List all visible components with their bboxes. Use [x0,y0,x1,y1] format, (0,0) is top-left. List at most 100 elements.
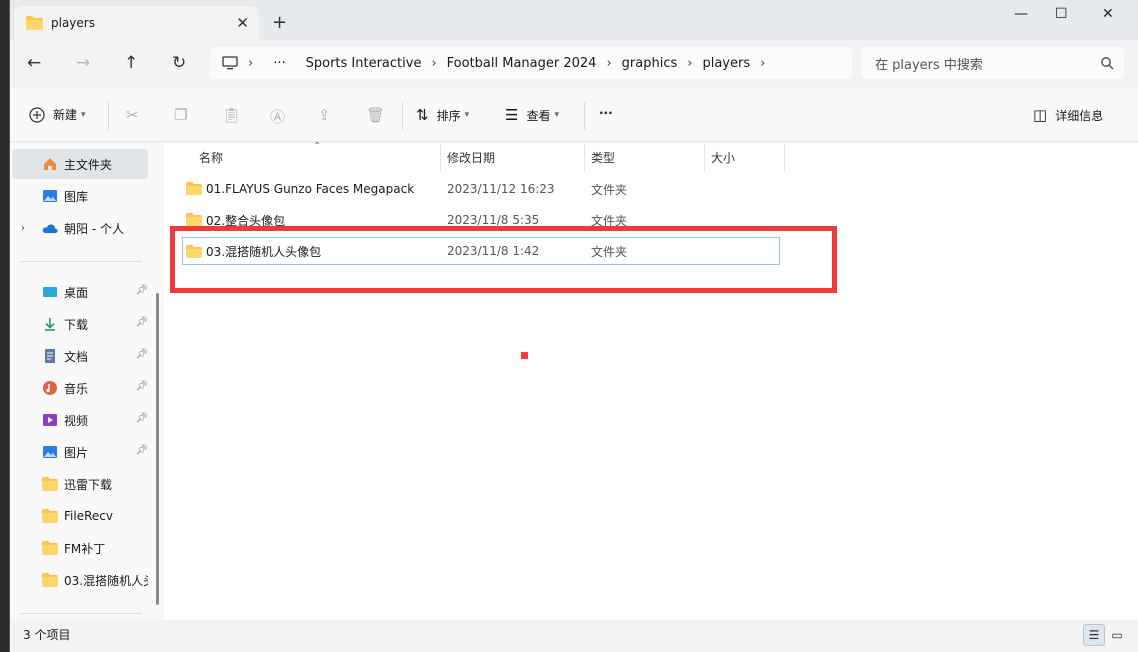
maximize-icon[interactable]: ☐ [1055,6,1068,22]
sidebar-item-label: 桌面 [64,285,89,300]
chevron-down-icon: ▾ [554,110,559,120]
sidebar-item-label: 图片 [64,445,89,460]
sidebar-scrollbar[interactable] [156,293,159,605]
column-divider[interactable] [440,143,441,171]
pin-icon: 📌︎ [135,413,148,424]
sidebar-divider [20,613,142,614]
tiles-view-icon: ▭ [1111,628,1123,642]
tab-close-icon[interactable]: ✕ [236,14,249,32]
sort-button-label: 排序 [436,108,461,123]
refresh-icon[interactable]: ↻ [172,53,186,73]
document-icon [45,349,55,363]
gallery-icon [43,190,57,202]
breadcrumb-football-manager[interactable]: Football Manager 2024 [447,56,597,71]
sidebar-item-label: 视频 [64,413,89,428]
column-header-size[interactable]: 大小 [711,143,735,171]
folder-icon [42,573,58,587]
breadcrumb-separator[interactable]: › [687,56,692,71]
details-view-button[interactable]: ☰ [1083,624,1105,646]
column-divider[interactable] [784,143,785,171]
new-button-label: 新建 [53,108,78,122]
details-pane-button[interactable]: ◫ 详细信息 [1033,106,1103,124]
file-name: 01.FLAYUS Gunzo Faces Megapack [206,182,415,196]
breadcrumb-more[interactable]: ··· [273,56,285,71]
new-button[interactable]: 新建 ▾ [29,106,86,123]
desktop-icon [43,287,57,297]
pin-icon: 📌︎ [135,285,148,296]
delete-button[interactable]: 🗑︎ [366,106,393,124]
navigation-bar: ← → ↑ ↻ › ··· Sports Interactive › Footb… [10,40,1138,88]
search-input[interactable]: 在 players 中搜索 [861,47,1124,79]
copy-button[interactable]: ❐ [174,106,195,124]
rename-button[interactable]: Ⓐ [270,106,293,127]
sidebar-item-desktop[interactable]: 桌面 📌︎ [12,277,148,307]
sidebar-item-filerecv[interactable]: FileRecv [12,501,148,531]
sidebar-item-gallery[interactable]: 图库 [12,181,148,211]
column-header-modified[interactable]: 修改日期 [447,143,495,171]
folder-icon [186,182,202,195]
sort-button[interactable]: ⇅ 排序 ▾ [416,106,469,124]
sidebar-item-documents[interactable]: 文档 📌︎ [12,341,148,371]
view-button[interactable]: ☰ 查看 ▾ [505,106,559,124]
sidebar-item-home[interactable]: 主文件夹 [12,149,148,179]
sidebar-item-videos[interactable]: 视频 📌︎ [12,405,148,435]
toolbar-divider [584,102,585,130]
breadcrumb-separator[interactable]: › [606,56,611,71]
tab-players[interactable]: players ✕ [14,6,259,40]
search-icon[interactable] [1100,56,1114,70]
breadcrumb-separator[interactable]: › [248,56,253,71]
trash-icon: 🗑︎ [366,106,386,124]
tab-title: players [51,16,95,30]
column-divider[interactable] [584,143,585,171]
more-options-button[interactable]: ··· [599,106,613,120]
paste-button[interactable]: 📋︎ [222,106,249,124]
breadcrumb-players[interactable]: players [702,56,750,71]
tiles-view-button[interactable]: ▭ [1106,624,1128,646]
sidebar-item-label: 迅雷下载 [64,477,113,492]
clipboard-icon: 📋︎ [222,106,242,124]
file-modified: 2023/11/8 5:35 [447,213,540,227]
close-icon[interactable]: ✕ [1102,6,1114,22]
sidebar-item-fm-patch[interactable]: FM补丁 [12,533,148,563]
computer-icon[interactable] [222,56,238,70]
column-divider[interactable] [704,143,705,171]
breadcrumb-separator[interactable]: › [431,56,436,71]
status-bar: 3 个项目 ☰ ▭ [10,620,1138,652]
back-icon[interactable]: ← [27,53,41,73]
download-icon [45,318,55,331]
forward-icon[interactable]: → [76,53,90,73]
file-row[interactable]: 01.FLAYUS Gunzo Faces Megapack 2023/11/1… [183,175,781,203]
cloud-icon [42,224,58,233]
breadcrumb-separator[interactable]: › [760,56,765,71]
folder-icon [42,509,58,523]
up-icon[interactable]: ↑ [124,53,138,73]
sidebar-item-downloads[interactable]: 下载 📌︎ [12,309,148,339]
picture-icon [43,446,57,458]
sidebar-item-onedrive[interactable]: 朝阳 - 个人 [12,213,148,243]
sidebar-item-music[interactable]: 音乐 📌︎ [12,373,148,403]
minimize-icon[interactable]: — [1014,6,1028,22]
folder-icon [26,16,43,30]
file-modified: 2023/11/12 16:23 [447,182,555,196]
address-bar[interactable]: › ··· Sports Interactive › Football Mana… [210,47,852,79]
new-tab-icon[interactable]: + [272,12,287,33]
breadcrumb-graphics[interactable]: graphics [622,56,678,71]
plus-circle-icon [29,106,45,123]
sidebar-item-label: 主文件夹 [64,157,113,172]
column-header-type[interactable]: 类型 [591,143,615,171]
file-type: 文件夹 [591,182,628,197]
copy-icon: ❐ [174,106,188,124]
sidebar-item-xunlei[interactable]: 迅雷下载 [12,469,148,499]
sidebar-item-mixed-heads[interactable]: 03.混搭随机人头 [12,565,148,595]
search-placeholder: 在 players 中搜索 [875,57,983,73]
sort-ascending-icon: ⌃ [313,141,322,152]
toolbar-divider [402,102,403,130]
chevron-down-icon: ▾ [81,109,86,120]
sidebar-item-pictures[interactable]: 图片 📌︎ [12,437,148,467]
breadcrumb-sports-interactive[interactable]: Sports Interactive [306,56,422,71]
column-header-name[interactable]: 名称 [199,143,223,171]
cut-button[interactable]: ✂ [126,106,147,124]
share-button[interactable]: ⇪ [318,106,339,124]
chevron-down-icon: ▾ [464,110,470,120]
home-icon [44,158,56,170]
